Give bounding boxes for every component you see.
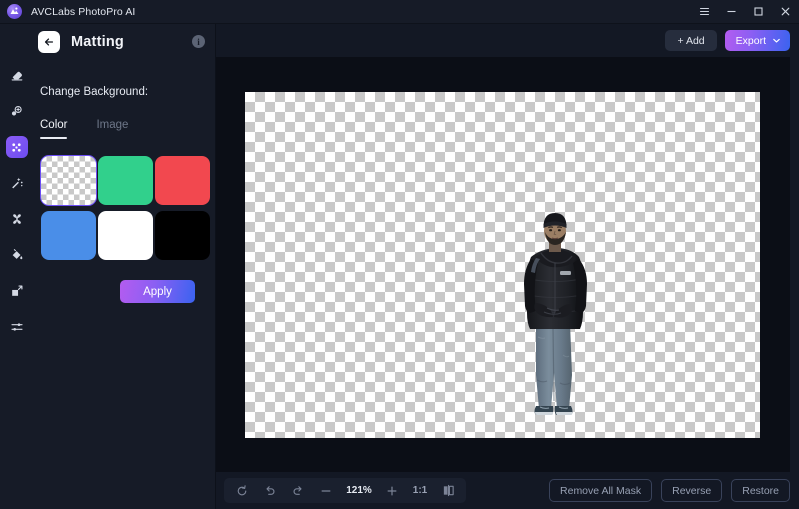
zoom-out-button[interactable] xyxy=(312,480,340,501)
back-arrow-icon[interactable] xyxy=(38,30,60,53)
bottom-toolbar: 121% 1:1 Remove All Mask Reverse Restore xyxy=(216,472,799,509)
application-window: AVCLabs PhotoPro AI Matting i Change Bac… xyxy=(0,0,799,509)
canvas-viewport[interactable] xyxy=(216,57,790,472)
blue-fill xyxy=(41,211,96,260)
window-controls xyxy=(691,0,799,23)
undo-button[interactable] xyxy=(256,480,284,501)
redo-arrow-icon xyxy=(293,485,302,495)
title-bar: AVCLabs PhotoPro AI xyxy=(0,0,799,24)
swatch-white[interactable] xyxy=(98,211,153,260)
swatch-red[interactable] xyxy=(155,156,210,205)
tab-color-label: Color xyxy=(40,119,68,131)
plus-icon xyxy=(387,486,397,495)
fit-ratio-button[interactable]: 1:1 xyxy=(406,480,434,501)
compare-split-button[interactable] xyxy=(434,480,462,501)
page-title: Matting xyxy=(71,33,124,50)
hamburger-menu-icon[interactable] xyxy=(691,0,718,23)
subject-person-cutout xyxy=(511,205,595,421)
restore-button[interactable]: Restore xyxy=(731,479,790,502)
color-swatch-grid xyxy=(40,155,215,260)
add-button[interactable]: + Add xyxy=(665,30,717,51)
tool-enhance[interactable] xyxy=(6,208,28,230)
refresh-circle-icon xyxy=(237,484,247,495)
apply-button[interactable]: Apply xyxy=(120,280,195,303)
minimize-icon[interactable] xyxy=(718,0,745,23)
tab-image-label: Image xyxy=(96,119,129,131)
undo-arrow-icon xyxy=(266,485,275,495)
black-fill xyxy=(155,211,210,260)
split-compare-icon xyxy=(443,484,454,497)
main-area: + Add Export 121% 1:1 Remove All Mask Re… xyxy=(216,24,799,509)
tool-resize[interactable] xyxy=(6,280,28,302)
main-toolbar: + Add Export xyxy=(216,24,799,57)
white-fill xyxy=(98,211,153,260)
tool-magic-wand[interactable] xyxy=(6,172,28,194)
maximize-icon[interactable] xyxy=(745,0,772,23)
change-background-label: Change Background: xyxy=(40,86,149,98)
zoom-in-button[interactable] xyxy=(378,480,406,501)
export-label: Export xyxy=(735,34,766,47)
tool-ai-retouch[interactable] xyxy=(6,100,28,122)
swatch-blue[interactable] xyxy=(41,211,96,260)
panel-header: Matting i xyxy=(33,24,215,59)
red-fill xyxy=(155,156,210,205)
tool-paint-bucket[interactable] xyxy=(6,244,28,266)
tool-adjustments[interactable] xyxy=(6,316,28,338)
reset-rotate-button[interactable] xyxy=(228,480,256,501)
redo-button[interactable] xyxy=(284,480,312,501)
background-type-tabs: Color Image xyxy=(40,115,215,139)
image-canvas[interactable] xyxy=(245,92,760,438)
zoom-level-value[interactable]: 121% xyxy=(340,485,378,496)
mask-actions: Remove All Mask Reverse Restore xyxy=(549,479,790,502)
swatch-transparent[interactable] xyxy=(40,155,97,206)
tool-matting[interactable] xyxy=(5,136,28,158)
tab-image[interactable]: Image xyxy=(96,115,128,139)
avclabs-ai-logo-icon xyxy=(7,4,22,19)
minus-icon xyxy=(321,489,331,492)
reverse-button[interactable]: Reverse xyxy=(661,479,723,502)
transparent-checker-fill xyxy=(41,156,96,205)
remove-all-mask-button[interactable]: Remove All Mask xyxy=(549,479,653,502)
tab-color[interactable]: Color xyxy=(40,115,68,139)
app-title: AVCLabs PhotoPro AI xyxy=(31,5,136,18)
close-icon[interactable] xyxy=(772,0,799,23)
info-icon[interactable]: i xyxy=(192,35,205,48)
swatch-green[interactable] xyxy=(98,156,153,205)
green-fill xyxy=(98,156,153,205)
left-panel: Matting i Change Background: Color Image xyxy=(33,24,216,509)
export-button[interactable]: Export xyxy=(724,30,790,51)
tool-eraser[interactable] xyxy=(6,64,28,86)
tool-rail xyxy=(0,24,33,509)
chevron-down-icon xyxy=(773,38,780,43)
body-row: Matting i Change Background: Color Image xyxy=(0,24,799,509)
zoom-controls: 121% 1:1 xyxy=(224,478,466,503)
swatch-black[interactable] xyxy=(155,211,210,260)
